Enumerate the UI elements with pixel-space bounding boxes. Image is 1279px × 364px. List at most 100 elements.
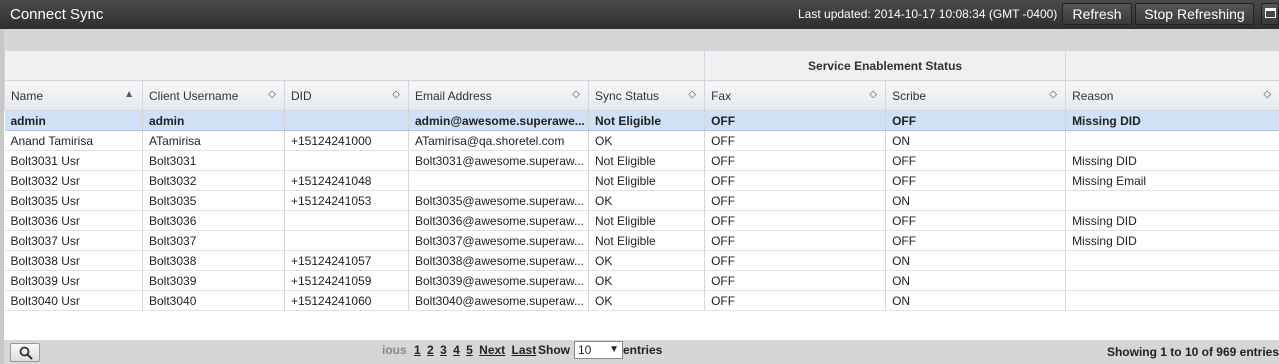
table-row[interactable]: Bolt3040 Usr Bolt3040 +15124241060 Bolt3040… [4, 290, 1279, 311]
table-row[interactable]: Bolt3039 Usr Bolt3039 +15124241059 Bolt3039… [4, 270, 1279, 291]
cell-email-address: ATamirisa@qa.shoretel.com [408, 130, 589, 151]
cell-name: Bolt3032 Usr [4, 170, 143, 191]
column-header-label: Sync Status [595, 88, 660, 103]
cell-sync-status: Not Eligible [588, 170, 706, 191]
cell-fax: OFF [704, 290, 887, 311]
table-row[interactable]: Bolt3035 Usr Bolt3035 +15124241053 Bolt3035… [4, 190, 1279, 211]
group-header-row: Service Enablement Status [3, 50, 1279, 81]
cell-scribe: ON [885, 250, 1067, 271]
cell-did [284, 150, 409, 171]
column-header-scribe[interactable]: Scribe ◇ [885, 80, 1067, 111]
cell-scribe: ON [885, 190, 1067, 211]
sort-icon: ◇ [869, 89, 878, 100]
page-size-value: 10 [578, 343, 592, 357]
column-header-label: Name [11, 88, 44, 103]
cell-did [284, 110, 409, 131]
column-header-label: Scribe [892, 88, 927, 103]
column-header-label: Email Address [415, 88, 492, 103]
column-header-name[interactable]: Name ▲ [4, 80, 143, 111]
cell-did: +15124241059 [284, 270, 409, 291]
page-size-select[interactable]: 10 ▼ [574, 341, 623, 359]
cell-sync-status: Not Eligible [588, 150, 706, 171]
page-link-5[interactable]: 5 [466, 343, 473, 357]
cell-sync-status: OK [588, 250, 706, 271]
cell-fax: OFF [704, 150, 887, 171]
column-header-row: Name ▲ Client Username ◇ DID ◇ Email Address ◇ S… [4, 80, 1279, 111]
cell-name: Bolt3031 Usr [4, 150, 143, 171]
table-footer: ious 1 2 3 4 5 Next Last Show 10 ▼ entri… [4, 340, 1279, 364]
column-header-client-username[interactable]: Client Username ◇ [142, 80, 285, 111]
group-header-empty-right [1065, 50, 1279, 81]
sort-icon: ◇ [572, 89, 580, 100]
page-link-2[interactable]: 2 [427, 343, 434, 357]
cell-fax: OFF [704, 170, 887, 191]
cell-email-address: Bolt3037@awesome.superaw... [408, 230, 589, 251]
cell-did: +15124241057 [284, 250, 409, 271]
cell-email-address: Bolt3036@awesome.superaw... [408, 210, 589, 231]
table-row[interactable]: Bolt3037 Usr Bolt3037 Bolt3037@awesome.sup… [4, 230, 1279, 251]
group-header-empty [3, 50, 706, 81]
cell-client-username: Bolt3040 [142, 290, 285, 311]
sort-icon: ◇ [392, 89, 400, 100]
last-link[interactable]: Last [512, 343, 537, 357]
cell-client-username: Bolt3036 [142, 210, 285, 231]
table-body: admin admin admin@awesome.superawe... Not E… [4, 110, 1279, 311]
cell-name: Bolt3038 Usr [4, 250, 143, 271]
cell-sync-status: Not Eligible [588, 110, 706, 131]
column-header-reason[interactable]: Reason ◇ [1065, 80, 1279, 111]
table-row[interactable]: Bolt3031 Usr Bolt3031 Bolt3031@awesome.sup… [4, 150, 1279, 171]
cell-fax: OFF [704, 210, 887, 231]
cell-scribe: OFF [885, 230, 1067, 251]
cell-scribe: OFF [885, 150, 1067, 171]
page-link-3[interactable]: 3 [440, 343, 447, 357]
maximize-icon[interactable] [1261, 3, 1279, 25]
last-updated-text: Last updated: 2014-10-17 10:08:34 (GMT -… [798, 7, 1058, 21]
cell-reason: Missing DID [1065, 210, 1279, 231]
previous-link[interactable]: ious [382, 343, 407, 357]
cell-fax: OFF [704, 110, 887, 131]
search-button[interactable] [10, 343, 40, 362]
column-header-label: DID [291, 88, 312, 103]
table-row[interactable]: Bolt3038 Usr Bolt3038 +15124241057 Bolt3038… [4, 250, 1279, 271]
next-link[interactable]: Next [479, 343, 505, 357]
sort-icon: ◇ [1263, 89, 1272, 100]
table-row[interactable]: Bolt3036 Usr Bolt3036 Bolt3036@awesome.sup… [4, 210, 1279, 231]
cell-client-username: Bolt3039 [142, 270, 285, 291]
column-header-sync-status[interactable]: Sync Status ◇ [587, 80, 706, 111]
cell-reason: Missing DID [1065, 110, 1279, 131]
column-header-fax[interactable]: Fax ◇ [704, 80, 887, 111]
column-header-label: Fax [711, 88, 732, 103]
column-header-did[interactable]: DID ◇ [284, 80, 409, 111]
cell-sync-status: OK [588, 130, 706, 151]
table-row[interactable]: Anand Tamirisa ATamirisa +15124241000 ATami… [4, 130, 1279, 151]
table-row[interactable]: admin admin admin@awesome.superawe... Not E… [4, 110, 1279, 131]
cell-name: Bolt3039 Usr [4, 270, 143, 291]
column-header-label: Client Username [149, 88, 239, 103]
stop-refreshing-button[interactable]: Stop Refreshing [1135, 3, 1254, 25]
cell-did: +15124241060 [284, 290, 409, 311]
cell-fax: OFF [704, 270, 887, 291]
toolbar-strip [4, 29, 1279, 50]
cell-fax: OFF [704, 230, 887, 251]
cell-client-username: Bolt3037 [142, 230, 285, 251]
cell-reason [1065, 250, 1279, 271]
cell-scribe: ON [885, 270, 1067, 291]
sort-icon: ◇ [268, 89, 276, 100]
cell-did [284, 210, 409, 231]
cell-email-address: Bolt3040@awesome.superaw... [408, 290, 589, 311]
show-label: Show [538, 343, 570, 357]
cell-sync-status: OK [588, 270, 706, 291]
entries-summary: Showing 1 to 10 of 969 entries [1106, 345, 1279, 359]
cell-reason [1065, 130, 1279, 151]
table-row[interactable]: Bolt3032 Usr Bolt3032 +15124241048 Not Elig… [4, 170, 1279, 191]
refresh-button[interactable]: Refresh [1062, 3, 1132, 25]
column-header-email-address[interactable]: Email Address ◇ [408, 80, 589, 111]
page-link-1[interactable]: 1 [414, 343, 421, 357]
cell-client-username: ATamirisa [142, 130, 285, 151]
cell-email-address: Bolt3035@awesome.superaw... [408, 190, 589, 211]
sort-icon: ◇ [1049, 89, 1058, 100]
cell-client-username: admin [142, 110, 285, 131]
page-link-4[interactable]: 4 [453, 343, 460, 357]
cell-did: +15124241053 [284, 190, 409, 211]
cell-sync-status: Not Eligible [588, 210, 706, 231]
